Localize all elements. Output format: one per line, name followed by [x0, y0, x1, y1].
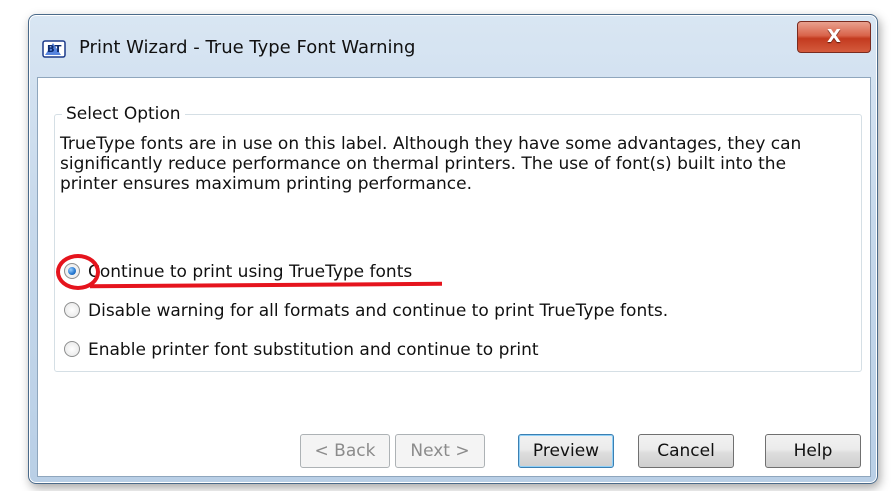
- dialog-body: Select Option TrueType fonts are in use …: [37, 77, 871, 477]
- next-button[interactable]: Next >: [395, 434, 485, 468]
- close-icon: X: [827, 26, 841, 47]
- help-button[interactable]: Help: [765, 434, 861, 468]
- option-label: Enable printer font substitution and con…: [88, 340, 539, 360]
- radio-button[interactable]: [64, 302, 80, 318]
- window-title: Print Wizard - True Type Font Warning: [79, 37, 416, 58]
- group-legend: Select Option: [62, 104, 185, 124]
- cancel-button[interactable]: Cancel: [638, 434, 734, 468]
- close-button[interactable]: X: [797, 21, 871, 53]
- back-button[interactable]: < Back: [300, 434, 390, 468]
- option-label: Disable warning for all formats and cont…: [88, 301, 669, 321]
- app-icon: BT: [41, 37, 69, 61]
- title-bar[interactable]: BT Print Wizard - True Type Font Warning…: [29, 15, 877, 75]
- radio-button[interactable]: [64, 341, 80, 357]
- warning-description: TrueType fonts are in use on this label.…: [60, 134, 802, 194]
- option-label: Continue to print using TrueType fonts: [88, 262, 413, 282]
- svg-text:BT: BT: [47, 44, 62, 55]
- preview-button[interactable]: Preview: [518, 434, 614, 468]
- print-wizard-dialog: BT Print Wizard - True Type Font Warning…: [28, 14, 878, 484]
